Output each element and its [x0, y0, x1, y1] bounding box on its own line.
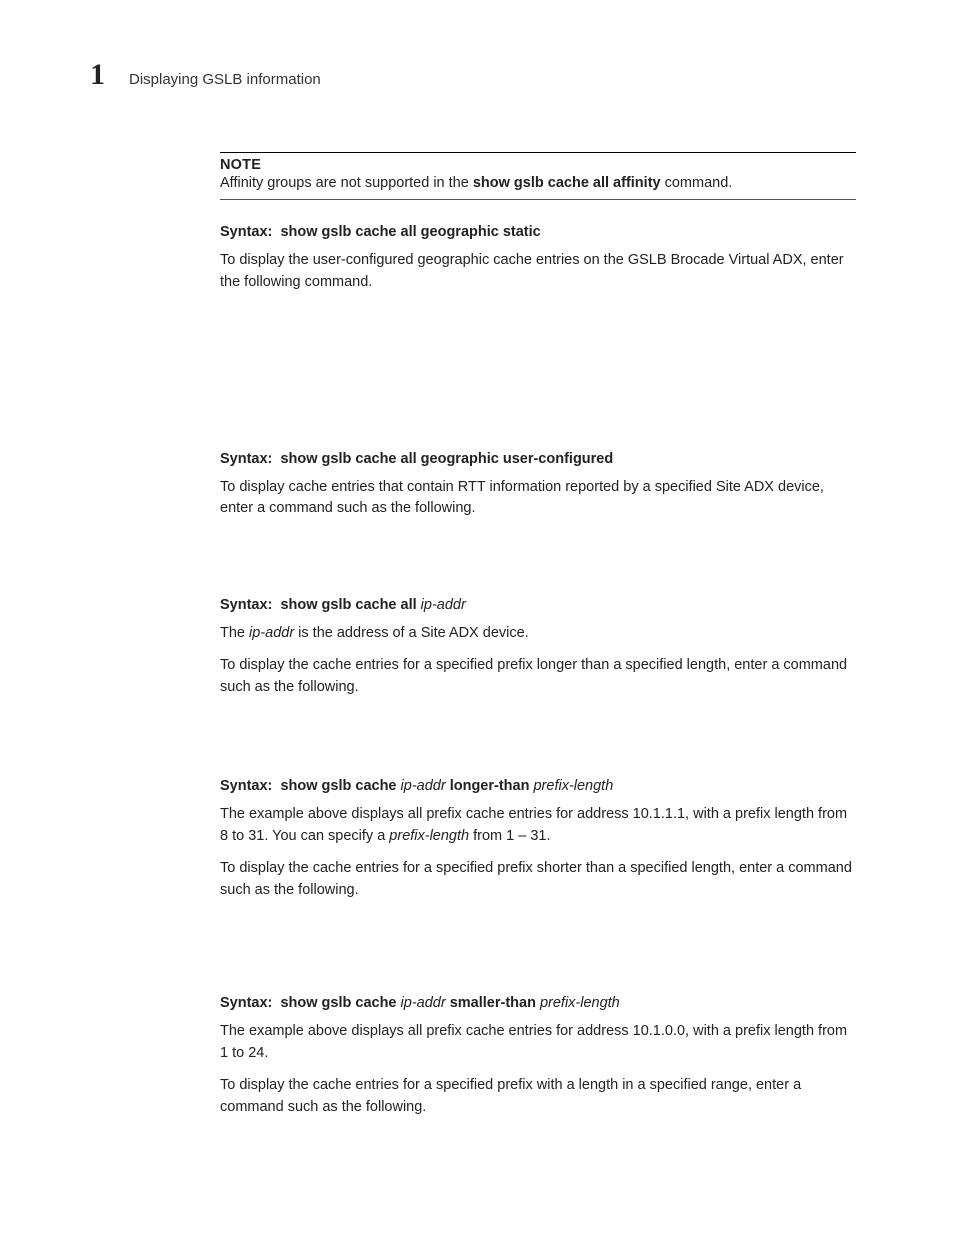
note-block: NOTE Affinity groups are not supported i…: [220, 152, 856, 200]
desc-5b: To display the cache entries for a speci…: [220, 1075, 856, 1119]
gap: [220, 708, 856, 756]
page-header: 1 Displaying GSLB information: [90, 58, 856, 92]
page: 1 Displaying GSLB information NOTE Affin…: [0, 0, 954, 1188]
text: from 1 – 31.: [469, 828, 550, 844]
syntax-label: Syntax:: [220, 224, 272, 240]
syntax-cmd-part: show gslb cache: [280, 995, 400, 1011]
note-cmd: show gslb cache all affinity: [473, 175, 661, 191]
syntax-line-5: Syntax: show gslb cache ip-addr smaller-…: [220, 995, 856, 1011]
syntax-cmd-arg: prefix-length: [540, 995, 620, 1011]
desc-2: To display cache entries that contain RT…: [220, 477, 856, 521]
text-italic: prefix-length: [389, 828, 469, 844]
note-suffix: command.: [661, 175, 733, 191]
desc-5a: The example above displays all prefix ca…: [220, 1021, 856, 1065]
syntax-label: Syntax:: [220, 597, 272, 613]
syntax-label: Syntax:: [220, 778, 272, 794]
syntax-cmd-part: longer-than: [446, 778, 534, 794]
syntax-cmd-part: show gslb cache: [280, 778, 400, 794]
note-text: Affinity groups are not supported in the…: [220, 173, 856, 194]
note-label: NOTE: [220, 157, 856, 173]
chapter-number: 1: [90, 58, 105, 92]
gap: [220, 911, 856, 973]
text: The: [220, 625, 249, 641]
syntax-line-1: Syntax: show gslb cache all geographic s…: [220, 224, 856, 240]
syntax-cmd: show gslb cache all geographic static: [280, 224, 540, 240]
syntax-cmd-arg: ip-addr: [401, 778, 446, 794]
syntax-cmd-arg: ip-addr: [401, 995, 446, 1011]
desc-1: To display the user-configured geographi…: [220, 250, 856, 294]
text: is the address of a Site ADX device.: [294, 625, 529, 641]
syntax-cmd-part: smaller-than: [446, 995, 540, 1011]
gap: [220, 304, 856, 429]
syntax-cmd-arg: ip-addr: [421, 597, 466, 613]
syntax-label: Syntax:: [220, 451, 272, 467]
syntax-line-4: Syntax: show gslb cache ip-addr longer-t…: [220, 778, 856, 794]
desc-3b: To display the cache entries for a speci…: [220, 655, 856, 699]
syntax-cmd-part: show gslb cache all: [280, 597, 420, 613]
section-title: Displaying GSLB information: [129, 71, 321, 88]
syntax-line-3: Syntax: show gslb cache all ip-addr: [220, 597, 856, 613]
desc-4a: The example above displays all prefix ca…: [220, 804, 856, 848]
note-prefix: Affinity groups are not supported in the: [220, 175, 473, 191]
syntax-line-2: Syntax: show gslb cache all geographic u…: [220, 451, 856, 467]
syntax-cmd-arg: prefix-length: [533, 778, 613, 794]
syntax-cmd: show gslb cache all geographic user-conf…: [280, 451, 613, 467]
content-body: NOTE Affinity groups are not supported i…: [220, 152, 856, 1118]
desc-3a: The ip-addr is the address of a Site ADX…: [220, 623, 856, 645]
syntax-label: Syntax:: [220, 995, 272, 1011]
text-italic: ip-addr: [249, 625, 294, 641]
gap: [220, 530, 856, 575]
desc-4b: To display the cache entries for a speci…: [220, 858, 856, 902]
